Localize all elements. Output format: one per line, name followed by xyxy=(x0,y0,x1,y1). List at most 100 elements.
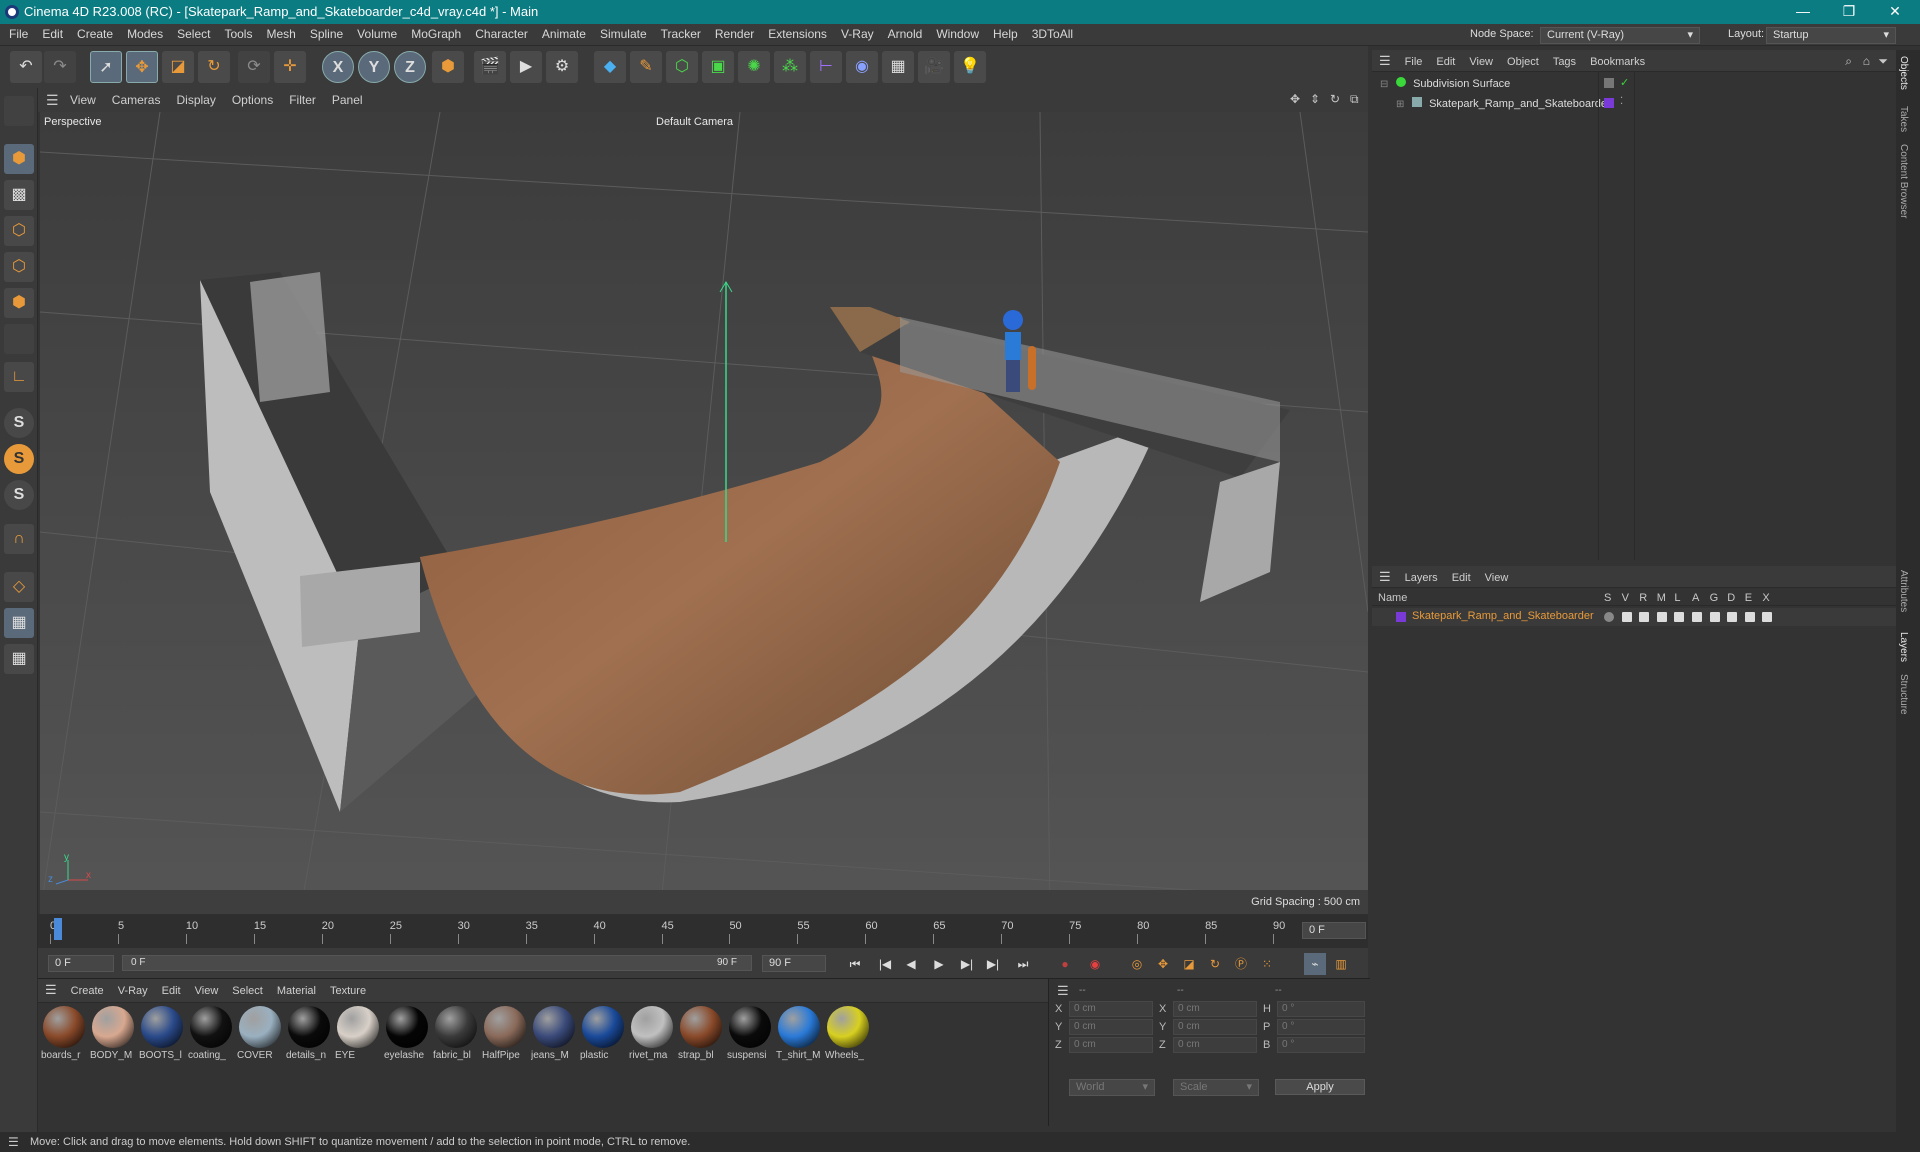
menu-item-help[interactable]: Help xyxy=(986,24,1025,45)
layer-toggle-icon[interactable] xyxy=(1744,612,1755,622)
timeline-ruler[interactable]: 051015202530354045505560657075808590 0 F xyxy=(38,914,1368,948)
key-scale-icon[interactable]: ◪ xyxy=(1178,953,1200,975)
recent-tool-icon[interactable]: ⟳ xyxy=(238,51,270,83)
material-swatch[interactable]: details_n xyxy=(286,1006,332,1061)
model-mode-icon[interactable]: ⬢ xyxy=(4,144,34,174)
object-menu-tags[interactable]: Tags xyxy=(1546,51,1583,73)
camera-icon[interactable]: 🎥 xyxy=(918,51,950,83)
material-swatch[interactable]: boards_r xyxy=(41,1006,87,1061)
rotation-field[interactable]: 0 ° xyxy=(1277,1019,1365,1035)
menu-item-animate[interactable]: Animate xyxy=(535,24,593,45)
key-param-icon[interactable]: Ⓟ xyxy=(1230,953,1252,975)
material-menu-select[interactable]: Select xyxy=(225,980,270,1002)
material-menu-v-ray[interactable]: V-Ray xyxy=(111,980,155,1002)
material-swatch[interactable]: COVER xyxy=(237,1006,283,1061)
layer-col-r[interactable]: R xyxy=(1639,592,1647,604)
material-menu-texture[interactable]: Texture xyxy=(323,980,373,1002)
position-field[interactable]: 0 cm xyxy=(1069,1001,1153,1017)
material-menu-material[interactable]: Material xyxy=(270,980,323,1002)
magnet-icon[interactable]: ∩ xyxy=(4,524,34,554)
live-selection-icon[interactable]: ➚ xyxy=(90,51,122,83)
light-icon[interactable]: 💡 xyxy=(954,51,986,83)
layer-col-d[interactable]: D xyxy=(1727,592,1735,604)
workplane-snap-icon[interactable]: S xyxy=(4,480,34,510)
layer-col-x[interactable]: X xyxy=(1762,592,1769,604)
keyframe-selection-icon[interactable]: ◎ xyxy=(1126,953,1148,975)
material-menu-view[interactable]: View xyxy=(188,980,226,1002)
material-swatch[interactable]: BODY_M xyxy=(90,1006,136,1061)
key-rotation-icon[interactable]: ↻ xyxy=(1204,953,1226,975)
snap-icon[interactable]: S xyxy=(4,408,34,438)
menu-item-modes[interactable]: Modes xyxy=(120,24,170,45)
enabled-check-icon[interactable]: ✓ xyxy=(1620,76,1629,89)
edges-mode-icon[interactable]: ⬡ xyxy=(4,252,34,282)
menu-item-extensions[interactable]: Extensions xyxy=(761,24,834,45)
menu-item-edit[interactable]: Edit xyxy=(35,24,70,45)
menu-item-volume[interactable]: Volume xyxy=(350,24,404,45)
menu-item-spline[interactable]: Spline xyxy=(303,24,350,45)
layer-col-l[interactable]: L xyxy=(1674,592,1680,604)
menu-item-tools[interactable]: Tools xyxy=(217,24,259,45)
object-menu-view[interactable]: View xyxy=(1462,51,1500,73)
tree-expand-icon[interactable]: ⊞ xyxy=(1396,99,1404,110)
close-button[interactable]: ✕ xyxy=(1872,0,1918,24)
tab-content-browser[interactable]: Content Browser xyxy=(1898,144,1909,218)
layer-col-a[interactable]: A xyxy=(1692,592,1699,604)
points-mode-icon[interactable]: ⬡ xyxy=(4,216,34,246)
menu-item-mesh[interactable]: Mesh xyxy=(259,24,302,45)
viewport-menu-view[interactable]: View xyxy=(62,88,104,112)
viewport-menu-filter[interactable]: Filter xyxy=(281,88,324,112)
position-field[interactable]: 0 cm xyxy=(1069,1019,1153,1035)
layer-col-e[interactable]: E xyxy=(1745,592,1752,604)
key-pla-icon[interactable]: ⁙ xyxy=(1256,953,1278,975)
object-menu-object[interactable]: Object xyxy=(1500,51,1546,73)
apply-button[interactable]: Apply xyxy=(1275,1079,1365,1095)
layer-toggle-icon[interactable] xyxy=(1674,612,1685,622)
prev-key-icon[interactable]: |◀ xyxy=(874,953,896,975)
tab-objects[interactable]: Objects xyxy=(1898,56,1909,90)
menu-item-file[interactable]: File xyxy=(2,24,35,45)
subdivision-icon[interactable]: ⬡ xyxy=(666,51,698,83)
layer-menu-edit[interactable]: Edit xyxy=(1445,567,1478,589)
menu-item-select[interactable]: Select xyxy=(170,24,217,45)
hamburger-icon[interactable]: ☰ xyxy=(1372,566,1398,588)
size-mode-dropdown[interactable]: Scale ▾ xyxy=(1173,1079,1259,1096)
uv-mode-icon[interactable] xyxy=(4,324,34,354)
tree-row-skatepark[interactable]: ⊞ Skatepark_Ramp_and_Skateboarder xyxy=(1396,96,1756,114)
material-swatch[interactable]: suspensi xyxy=(727,1006,773,1061)
go-start-icon[interactable]: ⏮ xyxy=(844,953,866,975)
viewport-menu-cameras[interactable]: Cameras xyxy=(104,88,169,112)
object-menu-file[interactable]: File xyxy=(1398,51,1430,73)
tab-attributes[interactable]: Attributes xyxy=(1898,570,1909,612)
search-icon[interactable]: ⌕ xyxy=(1845,54,1852,69)
material-swatch[interactable]: EYE xyxy=(335,1006,381,1061)
timeline-icon[interactable]: ▥ xyxy=(1330,953,1352,975)
current-frame-field[interactable]: 0 F xyxy=(1302,922,1366,939)
layout-dropdown[interactable]: Startup ▾ xyxy=(1766,27,1896,44)
filter-icon[interactable]: ⏷ xyxy=(1878,54,1888,69)
play-icon[interactable]: ▶ xyxy=(928,953,950,975)
coordinate-icon[interactable]: ✛ xyxy=(274,51,306,83)
menu-item-mograph[interactable]: MoGraph xyxy=(404,24,468,45)
pen-icon[interactable]: ✎ xyxy=(630,51,662,83)
viewport-menu-panel[interactable]: Panel xyxy=(324,88,371,112)
maximize-view-icon[interactable]: ⧉ xyxy=(1350,92,1359,107)
layer-toggle-icon[interactable] xyxy=(1762,612,1773,622)
viewport-menu-options[interactable]: Options xyxy=(224,88,281,112)
redo-icon[interactable]: ↷ xyxy=(44,51,76,83)
material-swatch[interactable]: HalfPipe xyxy=(482,1006,528,1061)
undo-icon[interactable]: ↶ xyxy=(10,51,42,83)
autokey-icon[interactable]: ◉ xyxy=(1084,953,1106,975)
key-position-icon[interactable]: ✥ xyxy=(1152,953,1174,975)
perspective-viewport[interactable]: Perspective Default Camera x y z Grid Sp… xyxy=(40,112,1368,914)
camera-label[interactable]: Default Camera xyxy=(656,116,733,128)
material-swatch[interactable]: plastic xyxy=(580,1006,626,1061)
layer-row[interactable]: Skatepark_Ramp_and_Skateboarder xyxy=(1372,608,1896,626)
hamburger-icon[interactable]: ☰ xyxy=(1057,983,1069,999)
deformer-icon[interactable]: ⊢ xyxy=(810,51,842,83)
coordinate-mode-dropdown[interactable]: World ▾ xyxy=(1069,1079,1155,1096)
menu-item-3dtoall[interactable]: 3DToAll xyxy=(1025,24,1080,45)
end-frame-field[interactable]: 90 F xyxy=(762,955,826,972)
playhead[interactable] xyxy=(54,918,62,940)
material-swatch[interactable]: BOOTS_l xyxy=(139,1006,185,1061)
